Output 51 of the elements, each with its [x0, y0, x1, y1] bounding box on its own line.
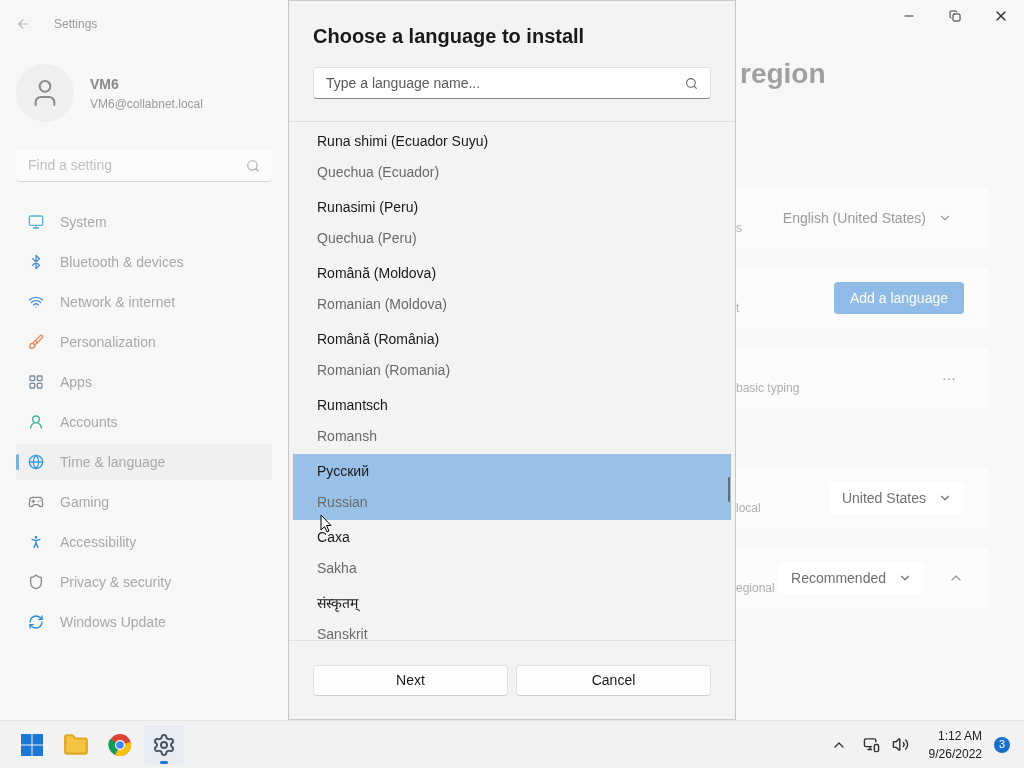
clock-date[interactable]: 9/26/2022: [928, 744, 982, 763]
gear-icon: [152, 732, 176, 757]
notification-badge[interactable]: 3: [994, 736, 1010, 753]
language-item[interactable]: Runa shimi (Ecuador Suyu) Quechua (Ecuador): [293, 124, 731, 190]
language-item[interactable]: Română (România) Romanian (Romania): [293, 322, 731, 388]
shield-icon: [28, 574, 44, 590]
window-title: Settings: [54, 16, 98, 33]
dropdown[interactable]: United States: [829, 482, 964, 514]
gamepad-icon: [28, 494, 44, 510]
clock-time[interactable]: 1:12 AM: [937, 726, 982, 745]
search-icon: [685, 76, 698, 90]
row-label: basic typing: [736, 380, 800, 397]
cancel-button[interactable]: Cancel: [516, 664, 711, 696]
pointer-icon: [320, 514, 332, 533]
search-icon: [246, 158, 260, 173]
language-item[interactable]: Русский Russian: [293, 454, 731, 520]
language-item[interactable]: Саха Sakha: [293, 520, 731, 586]
volume-icon[interactable]: [891, 736, 909, 753]
chrome-icon: [108, 732, 132, 757]
accessibility-icon: [28, 534, 44, 550]
page-title: region: [740, 60, 827, 88]
brush-icon: [28, 334, 44, 350]
globe-icon: [28, 454, 44, 470]
person-icon: [28, 414, 44, 430]
monitor-icon: [28, 214, 44, 230]
row-label: t: [736, 300, 740, 317]
update-icon: [28, 614, 44, 630]
language-item[interactable]: Rumantsch Romansh: [293, 388, 731, 454]
folder-icon: [63, 731, 89, 758]
apps-icon: [28, 374, 44, 390]
row-label: egional: [736, 580, 775, 597]
row-label: s: [736, 220, 742, 237]
account-email: VM6@collabnet.local: [90, 95, 203, 113]
taskbar-app[interactable]: [144, 724, 184, 765]
account-name: VM6: [90, 74, 120, 94]
language-item[interactable]: Runasimi (Peru) Quechua (Peru): [293, 190, 731, 256]
dropdown[interactable]: Recommended: [779, 562, 924, 594]
back-icon[interactable]: [16, 17, 30, 31]
active-indicator: [160, 760, 168, 764]
row-label: local: [736, 500, 761, 517]
language-search-field[interactable]: Type a language name...: [313, 67, 711, 99]
wifi-icon: [28, 294, 44, 310]
windows-logo-icon: [20, 732, 44, 757]
language-item[interactable]: Română (Moldova) Romanian (Moldova): [293, 256, 731, 322]
dialog-title: Choose a language to install: [313, 24, 586, 49]
more-button[interactable]: ···: [934, 367, 964, 389]
language-item[interactable]: संस्कृतम् Sanskrit: [293, 586, 731, 640]
network-icon[interactable]: [862, 736, 880, 753]
scrollbar-thumb[interactable]: [728, 477, 730, 502]
selection-indicator: [16, 454, 19, 470]
next-button[interactable]: Next: [313, 664, 508, 696]
